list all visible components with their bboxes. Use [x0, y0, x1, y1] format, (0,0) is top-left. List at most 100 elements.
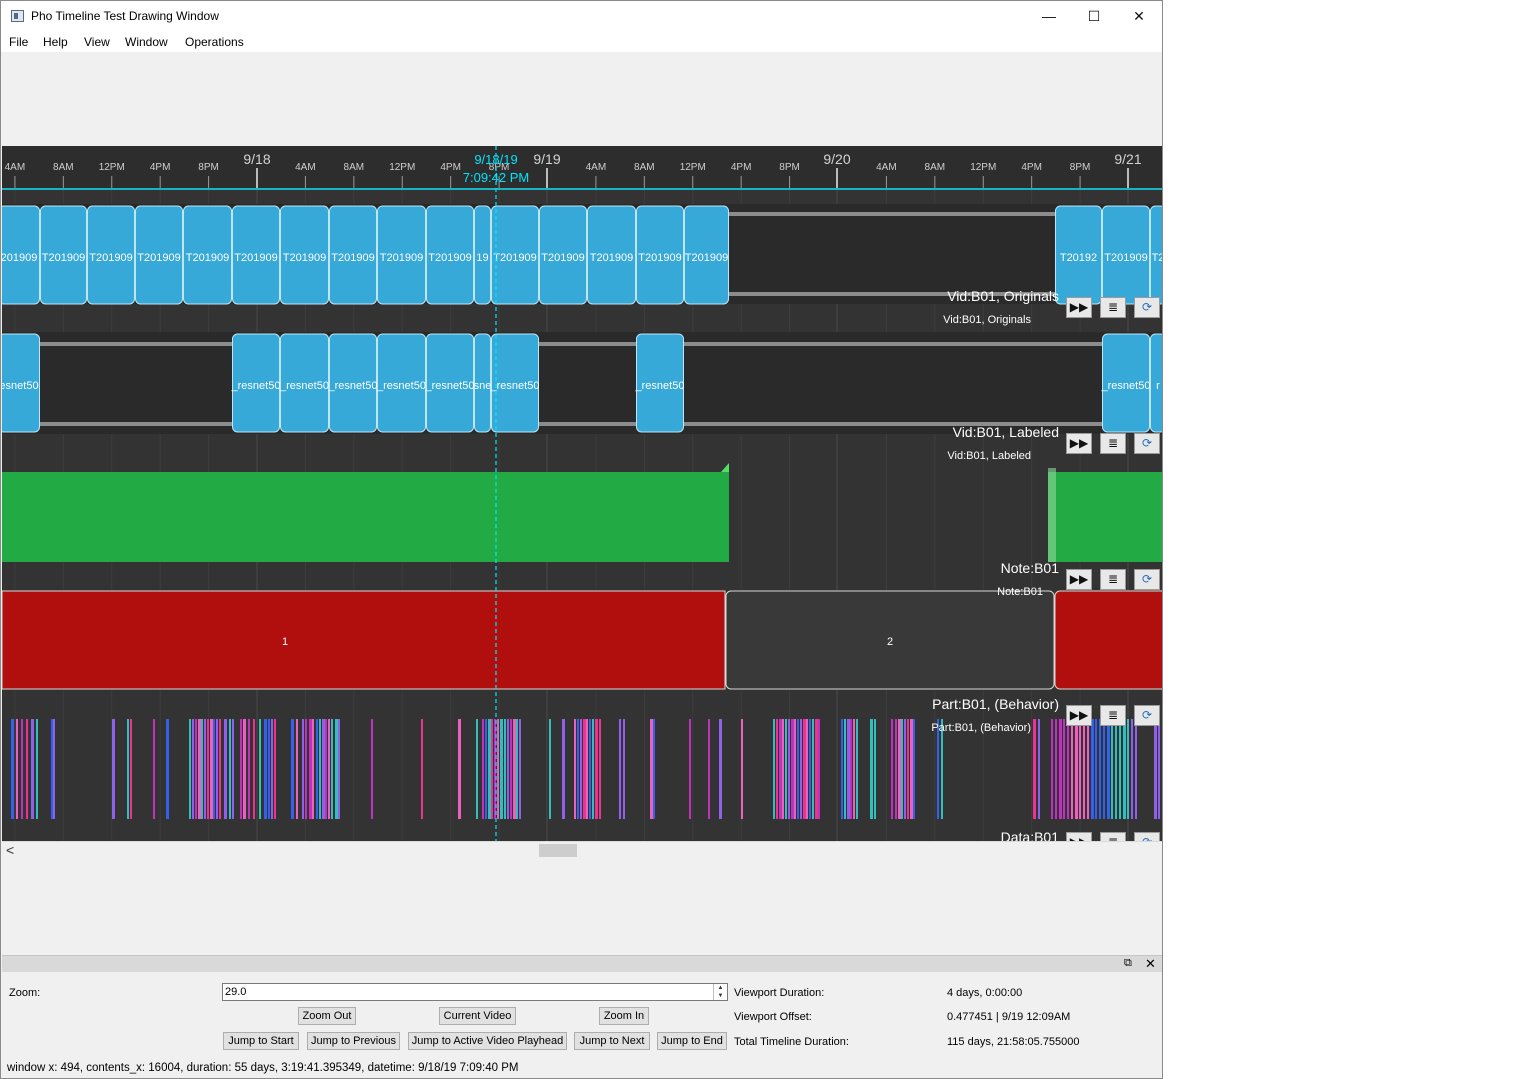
track-refresh-icon[interactable]: ⟳: [1134, 705, 1160, 726]
menu-view[interactable]: View: [84, 35, 110, 49]
data-event-mark: [549, 719, 551, 819]
hour-tick-label: 4PM: [1021, 162, 1042, 173]
track-refresh-icon[interactable]: ⟳: [1134, 297, 1160, 318]
data-event-mark: [589, 719, 591, 819]
data-event-mark: [1115, 719, 1117, 819]
data-event-mark: [941, 719, 943, 819]
track-skip-icon[interactable]: ▶▶: [1066, 832, 1092, 841]
hour-tick-label: 8PM: [1070, 162, 1091, 173]
jump-to-end-button[interactable]: Jump to End: [657, 1032, 727, 1050]
labeled-clip-label: _resnet50: [328, 380, 378, 392]
video-clip-label: T201909: [42, 252, 85, 264]
note-marker: [721, 463, 729, 472]
data-event-mark: [325, 719, 327, 819]
menu-help[interactable]: Help: [43, 35, 68, 49]
partition-block: [2, 590, 726, 690]
spin-arrows-icon[interactable]: ▲ ▼: [713, 984, 727, 1000]
data-event-mark: [319, 719, 321, 819]
track-sublabel-notes: Note:B01: [997, 586, 1043, 598]
close-button[interactable]: ✕: [1116, 1, 1162, 32]
horizontal-scrollbar[interactable]: <: [2, 841, 1162, 858]
note-marker: [1048, 468, 1056, 562]
data-event-mark: [31, 719, 34, 819]
labeled-clip-label: r: [1156, 380, 1160, 392]
minimize-button[interactable]: —: [1026, 1, 1072, 32]
data-event-mark: [504, 719, 506, 819]
timeline-view[interactable]: 4AM 8AM 12PM 4PM 8PM 4AM 8AM 12PM 4PM 8PM 4AM 8AM 12…: [2, 146, 1162, 841]
jump-to-active-playhead-button[interactable]: Jump to Active Video Playhead: [408, 1032, 567, 1050]
dock-close-icon[interactable]: ✕: [1145, 956, 1156, 972]
data-event-mark: [689, 719, 691, 819]
data-event-mark: [224, 719, 227, 819]
menu-window[interactable]: Window: [125, 35, 168, 49]
data-event-mark: [371, 719, 373, 819]
video-clip-label: T201909: [234, 252, 277, 264]
data-event-mark: [335, 719, 338, 819]
data-event-mark: [853, 719, 855, 819]
track-refresh-icon[interactable]: ⟳: [1134, 832, 1160, 841]
hour-tick-label: 4AM: [5, 162, 26, 173]
video-clip-label: T201909: [331, 252, 374, 264]
data-event-mark: [1051, 719, 1053, 819]
data-event-mark: [803, 719, 806, 819]
data-event-mark: [1033, 719, 1036, 819]
day-tick-label: 9/20: [823, 151, 850, 167]
data-event-mark: [153, 719, 155, 819]
data-event-mark: [583, 719, 586, 819]
track-skip-icon[interactable]: ▶▶: [1066, 297, 1092, 318]
data-event-mark: [1087, 719, 1089, 819]
track-skip-icon[interactable]: ▶▶: [1066, 705, 1092, 726]
data-event-mark: [219, 719, 221, 819]
track-list-icon[interactable]: ≣: [1100, 832, 1126, 841]
timeline-canvas[interactable]: 4AM 8AM 12PM 4PM 8PM 4AM 8AM 12PM 4PM 8PM 4AM 8AM 12…: [2, 146, 1162, 841]
track-list-icon[interactable]: ≣: [1100, 705, 1126, 726]
menu-operations[interactable]: Operations: [185, 35, 244, 49]
track-skip-icon[interactable]: ▶▶: [1066, 433, 1092, 454]
track-label-originals: Vid:B01, Originals: [947, 288, 1059, 304]
maximize-button[interactable]: ☐: [1071, 1, 1117, 32]
data-event-mark: [1071, 719, 1073, 819]
track-label-partition: Part:B01, (Behavior): [932, 696, 1059, 712]
data-event-mark: [653, 719, 655, 819]
data-event-mark: [779, 719, 782, 819]
current-video-button[interactable]: Current Video: [439, 1007, 516, 1025]
scroll-left-arrow-icon[interactable]: <: [6, 842, 14, 858]
menu-file[interactable]: File: [9, 35, 28, 49]
data-event-mark: [127, 719, 129, 819]
track-refresh-icon[interactable]: ⟳: [1134, 433, 1160, 454]
data-event-mark: [870, 719, 873, 819]
track-refresh-icon[interactable]: ⟳: [1134, 569, 1160, 590]
track-list-icon[interactable]: ≣: [1100, 569, 1126, 590]
scroll-thumb[interactable]: [539, 844, 577, 857]
video-clip-label: T201909: [541, 252, 584, 264]
data-event-mark: [497, 719, 499, 819]
data-event-mark: [595, 719, 598, 819]
track-list-icon[interactable]: ≣: [1100, 433, 1126, 454]
data-event-mark: [1095, 719, 1097, 819]
zoom-out-button[interactable]: Zoom Out: [298, 1007, 356, 1025]
data-event-mark: [1158, 719, 1160, 819]
main-window: Pho Timeline Test Drawing Window — ☐ ✕ F…: [0, 0, 1163, 1079]
zoom-in-button[interactable]: Zoom In: [599, 1007, 649, 1025]
data-event-mark: [841, 719, 843, 819]
data-event-mark: [844, 719, 846, 819]
jump-to-previous-button[interactable]: Jump to Previous: [307, 1032, 400, 1050]
jump-to-next-button[interactable]: Jump to Next: [574, 1032, 650, 1050]
video-clip-label: T201909: [380, 252, 423, 264]
data-event-mark: [708, 719, 710, 819]
hour-tick-label: 4AM: [295, 162, 316, 173]
dock-float-icon[interactable]: ⧉: [1124, 957, 1132, 970]
title-bar[interactable]: Pho Timeline Test Drawing Window — ☐ ✕: [1, 1, 1162, 32]
hour-tick-label: 4AM: [876, 162, 897, 173]
data-event-mark: [874, 719, 876, 819]
data-event-mark: [1131, 719, 1133, 819]
note-block: [1048, 472, 1162, 562]
status-bar-text: window x: 494, contents_x: 16004, durati…: [7, 1062, 519, 1074]
zoom-input[interactable]: [225, 985, 705, 999]
track-skip-icon[interactable]: ▶▶: [1066, 569, 1092, 590]
data-event-mark: [458, 719, 461, 819]
zoom-spinbox[interactable]: ▲▼: [222, 983, 728, 1001]
jump-to-start-button[interactable]: Jump to Start: [223, 1032, 299, 1050]
data-event-mark: [510, 719, 512, 819]
track-list-icon[interactable]: ≣: [1100, 297, 1126, 318]
